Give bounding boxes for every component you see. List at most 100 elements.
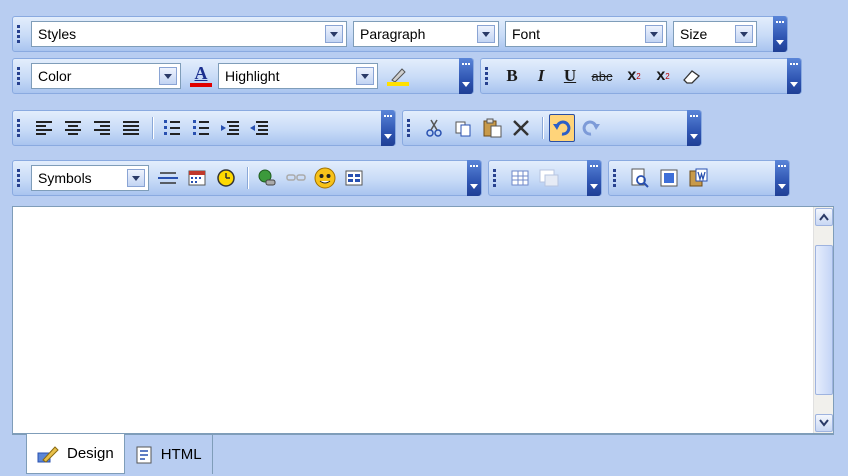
bullet-list-icon[interactable]	[159, 114, 185, 142]
toolbar-tools	[608, 160, 790, 196]
editor-content-area[interactable]	[12, 206, 834, 434]
chevron-down-icon[interactable]	[645, 25, 663, 43]
vertical-scrollbar[interactable]	[813, 207, 833, 433]
chevron-down-icon[interactable]	[325, 25, 343, 43]
chevron-down-icon[interactable]	[356, 67, 374, 85]
italic-glyph: I	[537, 66, 545, 85]
delete-icon[interactable]	[508, 114, 534, 142]
hyperlink-icon[interactable]	[254, 164, 280, 192]
color-dropdown[interactable]: Color	[31, 63, 181, 89]
toolbar-options-icon[interactable]	[787, 58, 801, 94]
toolbar-row-4: Symbols	[12, 160, 796, 196]
superscript-icon[interactable]: x2	[621, 62, 647, 90]
html-icon	[135, 446, 153, 464]
toolbar-options-icon[interactable]	[775, 160, 789, 196]
redo-icon[interactable]	[578, 114, 604, 142]
grip-icon[interactable]	[17, 167, 23, 189]
table-icon[interactable]	[507, 164, 533, 192]
grip-icon[interactable]	[17, 23, 23, 45]
align-left-icon[interactable]	[31, 114, 57, 142]
tab-html-label: HTML	[160, 446, 202, 463]
symbols-dropdown[interactable]: Symbols	[31, 165, 149, 191]
toolbar-options-icon[interactable]	[459, 58, 473, 94]
superscript-mark: 2	[636, 71, 641, 81]
font-color-icon[interactable]: A	[187, 62, 215, 90]
toolbar-options-icon[interactable]	[687, 110, 701, 146]
toolbar-text-style: B I U abc x2 x2	[480, 58, 802, 94]
highlight-pen-icon[interactable]	[384, 62, 412, 90]
underline-icon[interactable]: U	[557, 62, 583, 90]
clock-icon[interactable]	[213, 164, 239, 192]
horizontal-rule-icon[interactable]	[155, 164, 181, 192]
undo-icon[interactable]	[549, 114, 575, 142]
scroll-down-button[interactable]	[815, 414, 833, 432]
toolbar-row-2: Color A Highlight B I U abc x 2 x 2	[12, 58, 808, 94]
font-dropdown[interactable]: Font	[505, 21, 667, 47]
select-all-icon[interactable]	[656, 164, 682, 192]
bold-glyph: B	[506, 66, 518, 85]
toolbar-options-icon[interactable]	[773, 16, 787, 52]
toolbar-options-icon[interactable]	[587, 160, 601, 196]
strikethrough-icon[interactable]: abc	[586, 62, 618, 90]
justify-icon[interactable]	[118, 114, 144, 142]
toolbar-options-icon[interactable]	[467, 160, 481, 196]
preview-icon[interactable]	[627, 164, 653, 192]
styles-dropdown[interactable]: Styles	[31, 21, 347, 47]
paste-icon[interactable]	[479, 114, 505, 142]
grip-icon[interactable]	[493, 167, 499, 189]
subscript-mark: 2	[665, 71, 670, 81]
outdent-icon[interactable]	[246, 114, 272, 142]
table-properties-icon[interactable]	[536, 164, 562, 192]
subscript-glyph: x	[656, 67, 666, 84]
color-dropdown-label: Color	[38, 68, 72, 84]
toolbar-table	[488, 160, 602, 196]
toolbar-options-icon[interactable]	[381, 110, 395, 146]
font-color-bar	[190, 83, 212, 87]
toolbar-row-1: Styles Paragraph Font Size	[12, 16, 794, 52]
toolbar-formatting-combos: Styles Paragraph Font Size	[12, 16, 788, 52]
toolbar-colors: Color A Highlight	[12, 58, 474, 94]
italic-icon[interactable]: I	[528, 62, 554, 90]
calendar-icon[interactable]	[184, 164, 210, 192]
highlight-dropdown-label: Highlight	[225, 68, 280, 84]
tab-design[interactable]: Design	[26, 434, 125, 474]
grip-icon[interactable]	[613, 167, 619, 189]
chevron-down-icon[interactable]	[159, 67, 177, 85]
bold-icon[interactable]: B	[499, 62, 525, 90]
subscript-icon[interactable]: x2	[650, 62, 676, 90]
indent-icon[interactable]	[217, 114, 243, 142]
copy-icon[interactable]	[450, 114, 476, 142]
numbered-list-icon[interactable]	[188, 114, 214, 142]
chevron-down-icon[interactable]	[735, 25, 753, 43]
mode-bar-spacer	[12, 435, 26, 474]
eraser-icon[interactable]	[679, 62, 705, 90]
word-paste-icon[interactable]	[685, 164, 711, 192]
tab-html[interactable]: HTML	[125, 435, 213, 474]
paragraph-dropdown[interactable]: Paragraph	[353, 21, 499, 47]
chevron-down-icon	[819, 419, 829, 427]
font-color-glyph: A	[194, 63, 208, 83]
align-center-icon[interactable]	[60, 114, 86, 142]
html-editor: Styles Paragraph Font Size Color A Highl…	[0, 0, 848, 476]
smiley-icon[interactable]	[312, 164, 338, 192]
toolbar-paragraph	[12, 110, 396, 146]
cut-icon[interactable]	[421, 114, 447, 142]
grip-icon[interactable]	[407, 117, 413, 139]
symbols-dropdown-label: Symbols	[38, 170, 92, 186]
unlink-icon[interactable]	[283, 164, 309, 192]
grip-icon[interactable]	[17, 65, 23, 87]
tab-design-label: Design	[67, 445, 114, 462]
chevron-down-icon[interactable]	[477, 25, 495, 43]
align-right-icon[interactable]	[89, 114, 115, 142]
underline-glyph: U	[563, 66, 577, 85]
scrollbar-thumb[interactable]	[815, 245, 833, 395]
size-dropdown[interactable]: Size	[673, 21, 757, 47]
toolbar-clipboard	[402, 110, 702, 146]
chevron-down-icon[interactable]	[127, 169, 145, 187]
scroll-up-button[interactable]	[815, 208, 833, 226]
form-icon[interactable]	[341, 164, 367, 192]
highlight-dropdown[interactable]: Highlight	[218, 63, 378, 89]
grip-icon[interactable]	[17, 117, 23, 139]
grip-icon[interactable]	[485, 65, 491, 87]
chevron-up-icon	[819, 213, 829, 221]
